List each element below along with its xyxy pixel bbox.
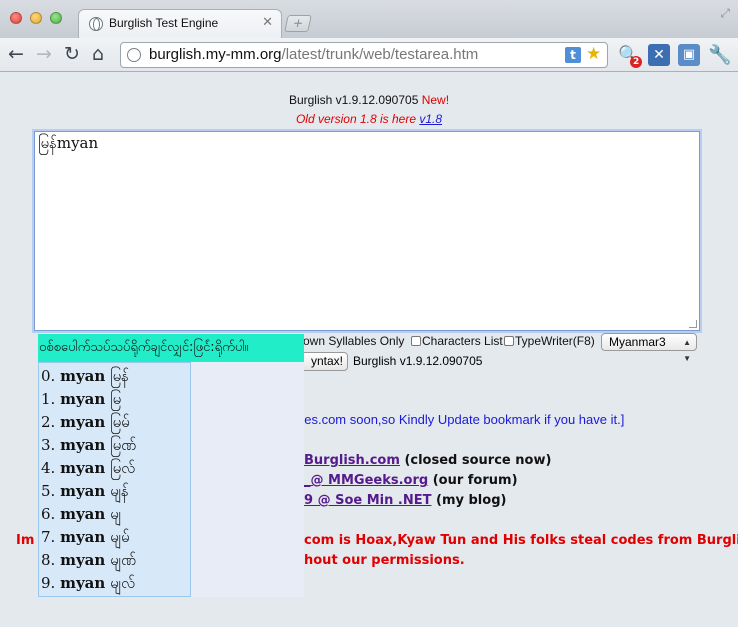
suggestion-header: ဝစ်စပေါက်သပ်သပ်ရိုက်ချင်လျှင်:ဖြင်ံ:ရိုက…: [38, 334, 304, 362]
update-notice: ges.com soon,so Kindly Update bookmark i…: [297, 412, 625, 427]
suggestion-item[interactable]: 9. myan မျလ်: [41, 574, 135, 596]
x-extension-icon[interactable]: ✕: [648, 44, 670, 66]
textarea-content: မြန်myan: [38, 134, 99, 152]
blog-link-row: 9 @ Soe Min .NET (my blog): [304, 493, 506, 508]
suggestion-item[interactable]: 4. myan မြလ်: [41, 459, 135, 481]
burglish-link-suffix: (closed source now): [399, 453, 552, 468]
suggestion-item[interactable]: 3. myan မြဏ်: [41, 436, 136, 458]
font-select-value: Myanmar3: [609, 335, 666, 349]
suggestion-item[interactable]: 5. myan မျန်: [41, 482, 129, 504]
globe-icon: [89, 17, 103, 31]
suggestion-item[interactable]: 6. myan မျ: [41, 505, 121, 527]
back-arrow-icon[interactable]: ←: [8, 43, 24, 65]
old-version-line: Old version 1.8 is here v1.8: [0, 112, 738, 126]
version-line: Burglish v1.9.12.090705 New!: [0, 93, 738, 107]
warning-line-2: hout our permissions.: [304, 553, 465, 568]
window-maximize-button[interactable]: [50, 12, 62, 24]
version-text: Burglish v1.9.12.090705: [288, 93, 419, 107]
forward-arrow-icon[interactable]: →: [36, 43, 52, 65]
browser-toolbar: ← → ↻ ⌂ burglish.my-mm.org/latest/trunk/…: [0, 38, 738, 72]
suggestion-item[interactable]: 7. myan မျမ်: [41, 528, 130, 550]
warning-line-1: com is Hoax,Kyaw Tun and His folks steal…: [304, 533, 738, 548]
image-extension-icon[interactable]: ▣: [678, 44, 700, 66]
version-text-2: Burglish v1.9.12.090705: [353, 354, 483, 368]
blog-link[interactable]: 9 @ Soe Min .NET: [304, 493, 431, 508]
forum-link-row: _@ MMGeeks.org (our forum): [304, 473, 518, 488]
page-info-icon[interactable]: [127, 48, 141, 62]
home-icon[interactable]: ⌂: [92, 43, 104, 65]
typewriter-checkbox[interactable]: [504, 336, 514, 346]
browser-tab[interactable]: Burglish Test Engine ✕: [78, 9, 282, 38]
typewriter-option[interactable]: TypeWriter(F8): [504, 334, 595, 348]
select-arrows-icon: ▲ ▼: [683, 338, 691, 363]
input-textarea[interactable]: မြန်myan: [34, 131, 700, 331]
syllables-option-label: own Syllables Only: [303, 334, 405, 348]
characters-option[interactable]: Characters List: [411, 334, 503, 348]
burglish-link-row: Burglish.com (closed source now): [304, 453, 551, 468]
old-version-text: Old version 1.8 is here: [295, 112, 417, 126]
suggestion-item[interactable]: 2. myan မြမ်: [41, 413, 130, 435]
characters-label: Characters List: [422, 334, 503, 348]
suggestion-item[interactable]: 8. myan မျဏ်: [41, 551, 136, 573]
typewriter-label: TypeWriter(F8): [515, 334, 595, 348]
url-text: burglish.my-mm.org/latest/trunk/web/test…: [149, 46, 479, 63]
forum-link[interactable]: _@ MMGeeks.org: [304, 473, 428, 488]
blog-link-suffix: (my blog): [431, 493, 507, 508]
burglish-link[interactable]: Burglish.com: [304, 453, 400, 468]
forum-link-suffix: (our forum): [428, 473, 518, 488]
suggestion-item[interactable]: 1. myan မြ: [41, 390, 121, 412]
extension-badge: 2: [630, 56, 643, 68]
window-close-button[interactable]: [10, 12, 22, 24]
window-minimize-button[interactable]: [30, 12, 42, 24]
tab-close-icon[interactable]: ✕: [262, 15, 273, 30]
reload-icon[interactable]: ↻: [64, 43, 80, 65]
old-version-link[interactable]: v1.8: [419, 112, 442, 126]
suggestion-list: 0. myan မြန် 1. myan မြ 2. myan မြမ် 3. …: [38, 362, 191, 597]
tab-title: Burglish Test Engine: [109, 16, 219, 30]
characters-checkbox[interactable]: [411, 336, 421, 346]
new-label: New!: [421, 93, 450, 107]
suggestion-item[interactable]: 0. myan မြန်: [41, 367, 129, 389]
suggestion-popup: ဝစ်စပေါက်သပ်သပ်ရိုက်ချင်လျှင်:ဖြင်ံ:ရိုက…: [38, 334, 304, 597]
font-select[interactable]: Myanmar3 ▲ ▼: [601, 333, 697, 363]
fullscreen-icon[interactable]: ⤢: [720, 6, 730, 21]
translate-extension-icon[interactable]: t: [565, 47, 581, 63]
address-bar[interactable]: burglish.my-mm.org/latest/trunk/web/test…: [120, 42, 608, 68]
tab-strip: Burglish Test Engine ✕ + ⤢: [0, 0, 738, 38]
star-icon[interactable]: ★: [586, 44, 601, 64]
warning-prefix: Im: [16, 533, 35, 548]
wrench-icon[interactable]: 🔧: [708, 44, 732, 66]
resize-grip-icon[interactable]: [689, 320, 697, 328]
new-tab-button[interactable]: +: [284, 15, 312, 32]
